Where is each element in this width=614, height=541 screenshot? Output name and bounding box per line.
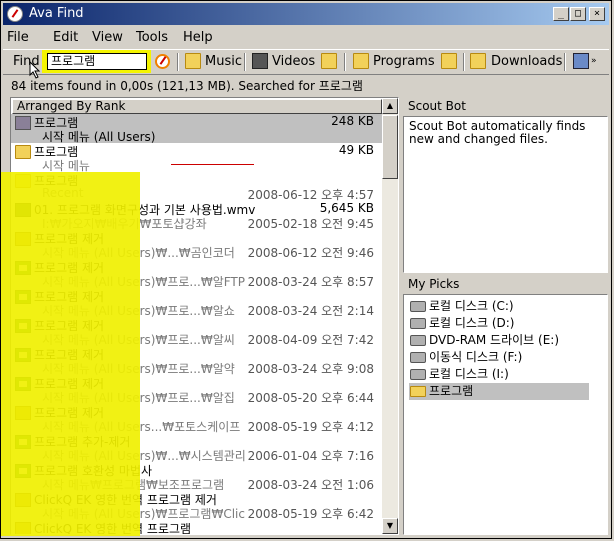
my-picks-label: 로컬 디스크 (I:) bbox=[429, 367, 509, 381]
my-picks-item[interactable]: 로컬 디스크 (C:) bbox=[409, 298, 589, 315]
maximize-button[interactable]: □ bbox=[570, 7, 586, 21]
close-button[interactable]: × bbox=[589, 7, 605, 21]
scroll-up-button[interactable]: ▲ bbox=[382, 98, 398, 114]
my-picks-label: 로컬 디스크 (D:) bbox=[429, 316, 515, 330]
scout-bot-title: Scout Bot bbox=[403, 97, 608, 116]
folder-icon[interactable] bbox=[321, 53, 337, 69]
my-picks-panel: My Picks 로컬 디스크 (C:) 로컬 디스크 (D:) DVD-RAM 드… bbox=[403, 275, 608, 535]
my-picks-label: DVD-RAM 드라이브 (E:) bbox=[429, 333, 560, 347]
search-go-icon bbox=[155, 54, 170, 69]
scroll-down-button[interactable]: ▼ bbox=[382, 518, 398, 534]
my-picks-list: 로컬 디스크 (C:) 로컬 디스크 (D:) DVD-RAM 드라이브 (E:) 이… bbox=[403, 294, 608, 535]
toolbar-separator bbox=[177, 53, 179, 71]
table-row[interactable]: 프로그램 시작 메뉴 (All Users) 248 KB bbox=[11, 114, 383, 144]
minimize-button[interactable]: _ bbox=[553, 7, 569, 21]
music-folder-icon bbox=[185, 53, 201, 69]
drive-icon bbox=[410, 301, 426, 312]
scout-bot-panel: Scout Bot Scout Bot automatically finds … bbox=[403, 97, 608, 273]
table-row[interactable]: 프로그램 시작 메뉴 49 KB bbox=[11, 143, 383, 173]
toolbar-separator bbox=[564, 53, 566, 71]
my-picks-item[interactable]: 이동식 디스크 (F:) bbox=[409, 349, 589, 366]
my-picks-label: 프로그램 bbox=[429, 384, 474, 398]
my-picks-item[interactable]: DVD-RAM 드라이브 (E:) bbox=[409, 332, 589, 349]
ava-find-app-icon[interactable] bbox=[7, 6, 23, 22]
menu-edit[interactable]: Edit bbox=[53, 30, 78, 45]
film-icon bbox=[252, 53, 268, 69]
scout-bot-text: Scout Bot automatically finds new and ch… bbox=[403, 116, 608, 273]
my-picks-item[interactable]: 로컬 디스크 (I:) bbox=[409, 366, 589, 383]
toolbar-chevron-icon[interactable]: » bbox=[591, 56, 597, 66]
mouse-cursor-icon bbox=[29, 61, 41, 79]
row-size: 49 KB bbox=[338, 143, 374, 157]
downloads-icon bbox=[470, 53, 486, 69]
videos-button-label: Videos bbox=[272, 54, 316, 69]
status-text: 84 items found in 0,00s (121,13 MB). Sea… bbox=[11, 79, 363, 93]
row-size: 248 KB bbox=[331, 114, 374, 128]
my-picks-title: My Picks bbox=[403, 275, 608, 294]
toolbar-separator bbox=[463, 53, 465, 71]
my-picks-label: 로컬 디스크 (C:) bbox=[429, 299, 514, 313]
drive-icon bbox=[410, 369, 426, 380]
drive-icon bbox=[410, 318, 426, 329]
vertical-scrollbar[interactable]: ▲ ▼ bbox=[382, 98, 398, 534]
preview-window-icon[interactable] bbox=[573, 53, 589, 69]
list-header[interactable]: Arranged By Rank bbox=[12, 99, 382, 114]
row-size: 5,645 KB bbox=[319, 201, 374, 215]
find-input[interactable]: 프로그램 bbox=[47, 53, 147, 70]
folder-icon bbox=[15, 116, 31, 130]
menu-view[interactable]: View bbox=[92, 30, 123, 45]
menu-help[interactable]: Help bbox=[183, 30, 213, 45]
programs-folder-icon bbox=[353, 53, 369, 69]
menu-tools[interactable]: Tools bbox=[136, 30, 168, 45]
music-button-label: Music bbox=[205, 54, 242, 69]
app-window: Ava Find _ □ × File Edit View Tools Help… bbox=[0, 0, 612, 539]
search-go-button[interactable] bbox=[153, 52, 173, 72]
downloads-button-label: Downloads bbox=[491, 54, 563, 69]
menu-bar: File Edit View Tools Help bbox=[3, 27, 609, 47]
toolbar-separator bbox=[344, 53, 346, 71]
window-title: Ava Find bbox=[29, 6, 84, 21]
yellow-annotation-highlight bbox=[1, 172, 140, 536]
menu-file[interactable]: File bbox=[7, 30, 29, 45]
toolbar: Find 프로그램 Music Videos Programs Download… bbox=[3, 49, 609, 75]
my-picks-item[interactable]: 로컬 디스크 (D:) bbox=[409, 315, 589, 332]
toolbar-separator bbox=[244, 53, 246, 71]
folder-icon[interactable] bbox=[441, 53, 457, 69]
removable-drive-icon bbox=[410, 352, 426, 363]
folder-icon bbox=[410, 386, 426, 397]
my-picks-label: 이동식 디스크 (F:) bbox=[429, 350, 523, 364]
my-picks-item[interactable]: 프로그램 bbox=[409, 383, 589, 400]
red-annotation-line bbox=[171, 164, 254, 165]
dvd-drive-icon bbox=[410, 335, 426, 346]
title-bar[interactable]: Ava Find _ □ × bbox=[3, 3, 609, 25]
programs-button-label: Programs bbox=[373, 54, 435, 69]
folder-icon bbox=[15, 145, 31, 159]
scroll-thumb[interactable] bbox=[382, 115, 398, 179]
